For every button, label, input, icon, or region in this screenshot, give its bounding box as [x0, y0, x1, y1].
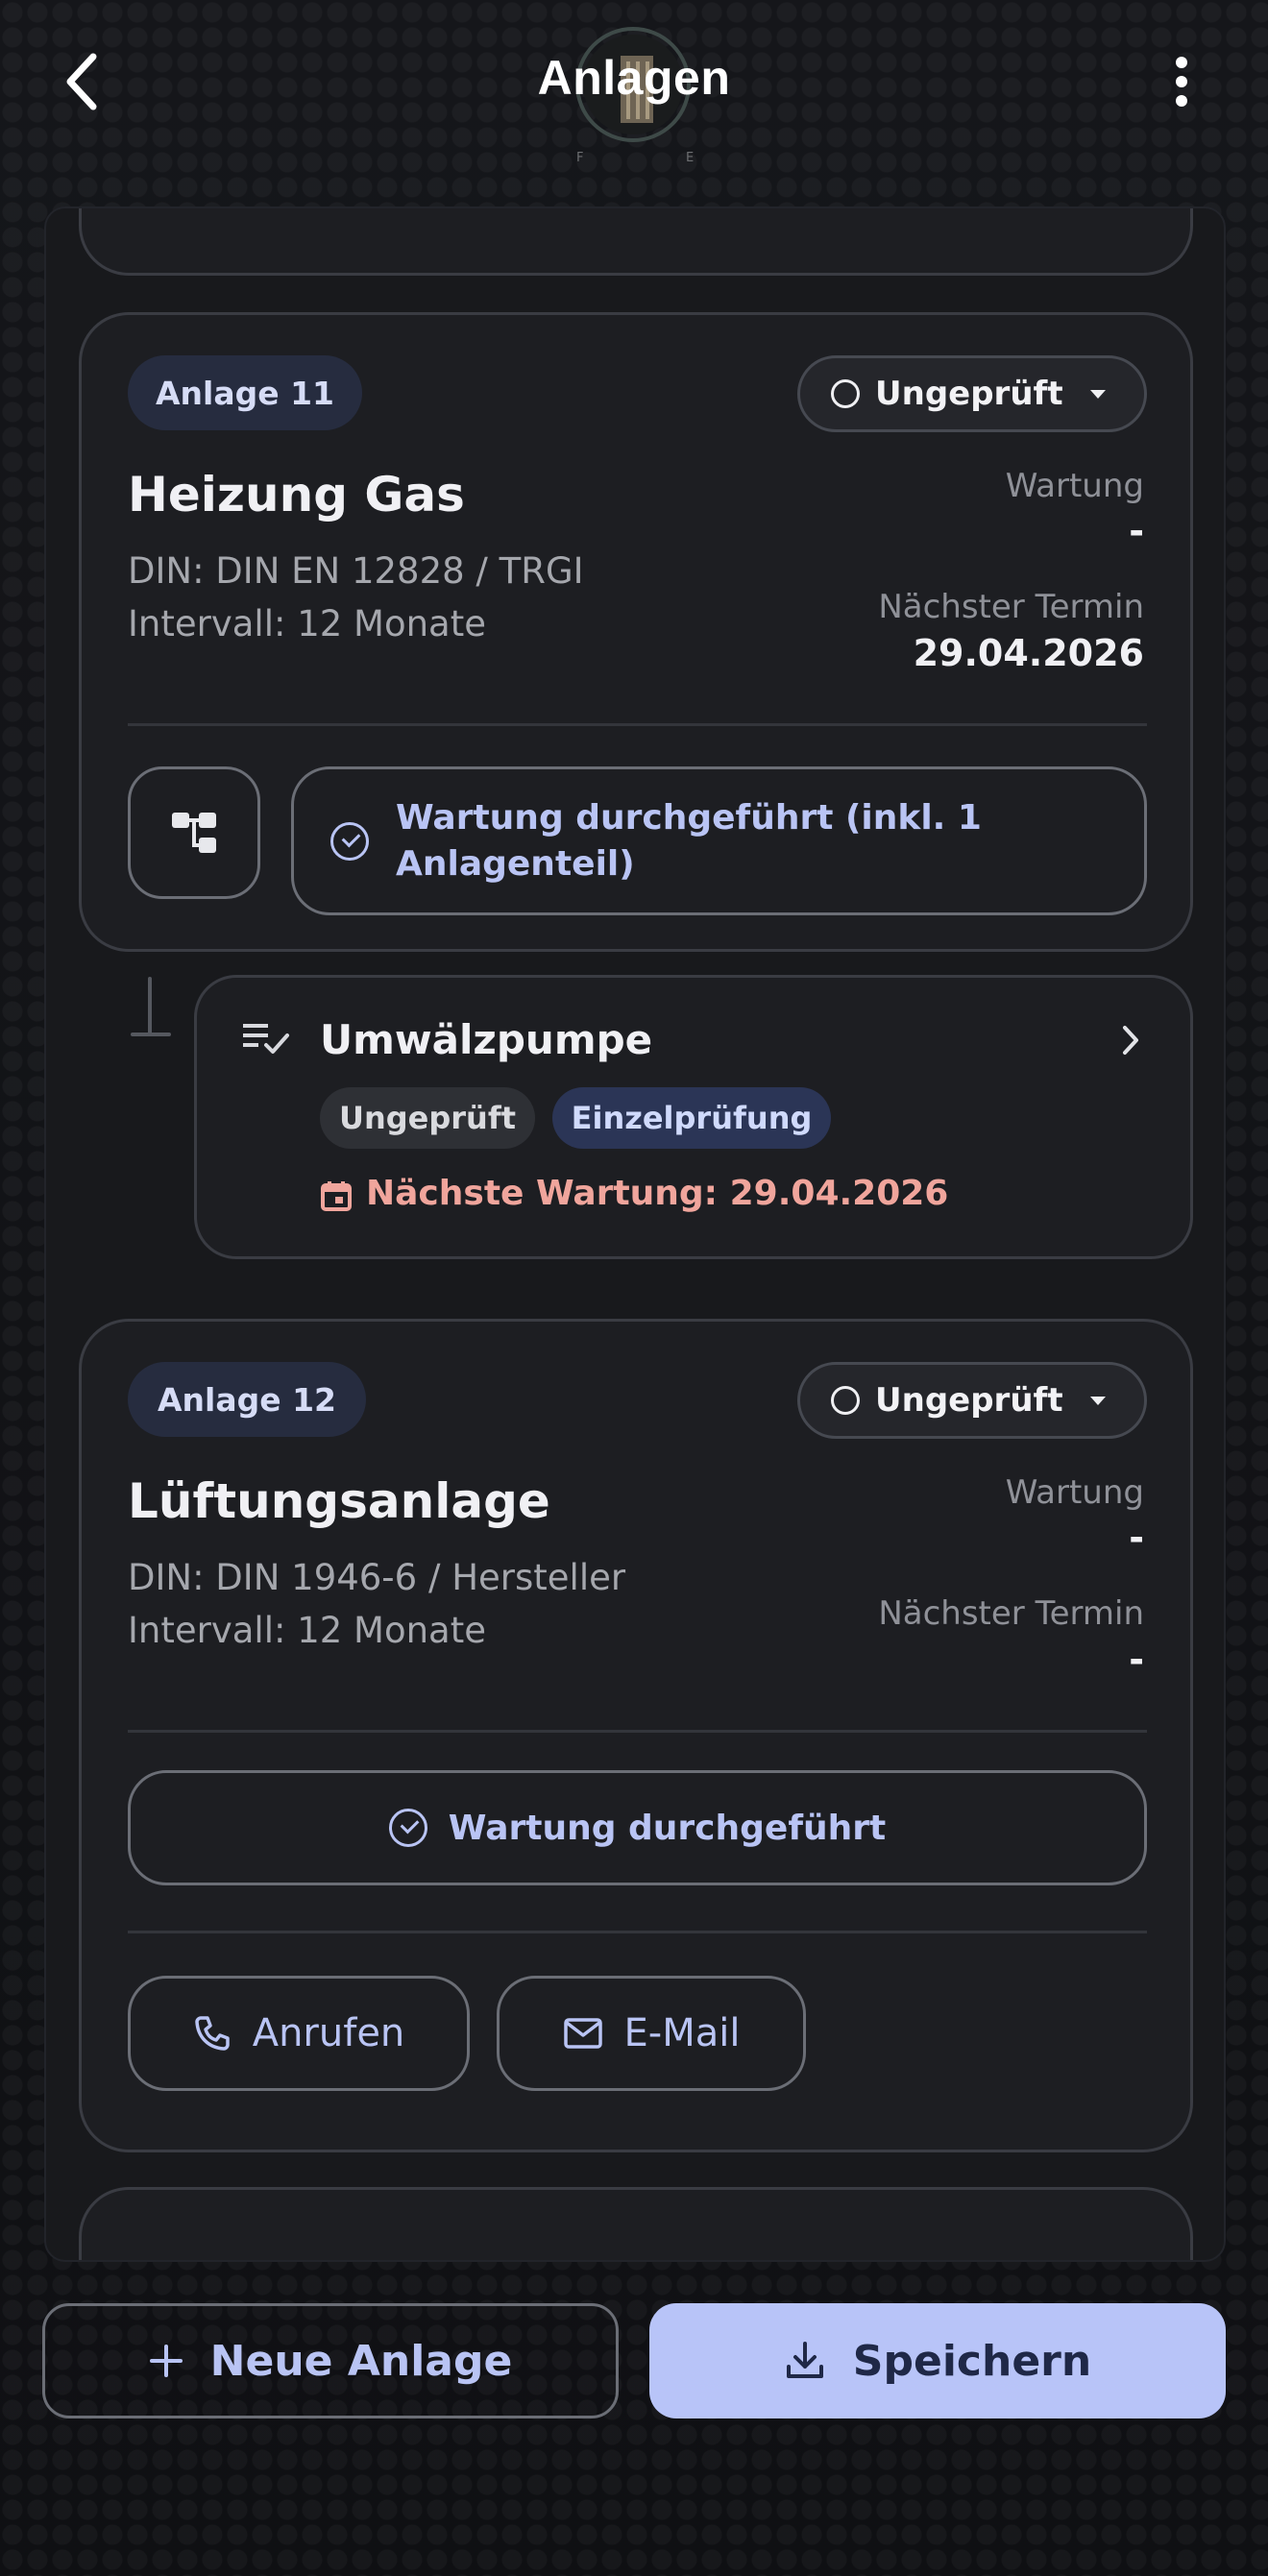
save-label: Speichern [852, 2336, 1092, 2386]
maintenance-done-label: Wartung durchgeführt (inkl. 1 Anlagentei… [396, 797, 982, 884]
anlage-card-12[interactable]: Anlage 12 Ungeprüft Lüftungsanlage DIN: … [79, 1319, 1193, 2152]
card-divider [128, 1730, 1147, 1733]
dropdown-arrow-icon [1089, 389, 1106, 399]
next-date-value: 29.04.2026 [913, 632, 1144, 674]
new-anlage-label: Neue Anlage [209, 2336, 513, 2386]
next-maintenance-text: Nächste Wartung: 29.04.2026 [366, 1174, 949, 1213]
wartung-label: Wartung [1005, 467, 1144, 505]
status-label: Ungeprüft [875, 375, 1063, 413]
svg-text:F: F [576, 151, 583, 165]
card-divider [128, 723, 1147, 726]
hierarchy-icon [172, 813, 216, 853]
anlagen-list-panel[interactable]: Anlage 11 Ungeprüft Heizung Gas DIN: DIN… [44, 207, 1226, 2262]
din-text: DIN: DIN 1946-6 / Hersteller [128, 1557, 626, 1598]
next-date-value: - [1129, 1639, 1144, 1681]
anlagenteil-title: Umwälzpumpe [320, 1016, 653, 1063]
dates-block: Wartung - Nächster Termin 29.04.2026 [760, 467, 1144, 688]
anlage-number-chip: Anlage 12 [128, 1362, 366, 1437]
check-circle-icon [388, 1809, 427, 1847]
more-menu-button[interactable] [1158, 43, 1206, 120]
dropdown-arrow-icon [1089, 1396, 1106, 1405]
previous-card-bottom [79, 208, 1193, 276]
tag-type: Einzelprüfung [552, 1087, 831, 1149]
anlage-card-11[interactable]: Anlage 11 Ungeprüft Heizung Gas DIN: DIN… [79, 312, 1193, 952]
wartung-label: Wartung [1005, 1473, 1144, 1512]
status-dropdown[interactable]: Ungeprüft [797, 355, 1147, 432]
wartung-value: - [1129, 510, 1144, 552]
email-button[interactable]: E-Mail [497, 1976, 806, 2091]
card-title: Heizung Gas [128, 467, 465, 522]
status-dropdown[interactable]: Ungeprüft [797, 1362, 1147, 1439]
phone-icon [194, 2016, 230, 2051]
anlage-number-chip: Anlage 11 [128, 355, 362, 430]
mail-icon [563, 2018, 602, 2049]
plus-icon [149, 2345, 183, 2377]
chevron-right-icon [1123, 1026, 1138, 1055]
hierarchy-button[interactable] [128, 766, 260, 899]
more-vert-icon [1176, 57, 1187, 107]
save-button[interactable]: Speichern [649, 2303, 1226, 2418]
maintenance-done-label: Wartung durchgeführt [448, 1808, 887, 1848]
anlagenteil-card[interactable]: Umwälzpumpe Ungeprüft Einzelprüfung Näch… [194, 975, 1193, 1259]
check-circle-icon [330, 821, 369, 861]
call-label: Anrufen [252, 2011, 405, 2055]
next-date-label: Nächster Termin [878, 588, 1144, 626]
interval-text: Intervall: 12 Monate [128, 603, 486, 644]
app-header: F E Anlagen [0, 0, 1268, 173]
circle-icon [831, 379, 860, 408]
card-divider [128, 1931, 1147, 1933]
circle-icon [831, 1386, 860, 1415]
call-button[interactable]: Anrufen [128, 1976, 470, 2091]
download-icon [786, 2342, 823, 2378]
dates-block: Wartung - Nächster Termin - [760, 1473, 1144, 1694]
din-text: DIN: DIN EN 12828 / TRGI [128, 550, 584, 592]
wartung-value: - [1129, 1517, 1144, 1559]
next-date-label: Nächster Termin [878, 1594, 1144, 1633]
svg-text:E: E [686, 151, 694, 165]
status-label: Ungeprüft [875, 1381, 1063, 1420]
maintenance-done-button[interactable]: Wartung durchgeführt (inkl. 1 Anlagentei… [291, 766, 1147, 915]
checklist-icon [243, 1024, 289, 1054]
new-anlage-button[interactable]: Neue Anlage [42, 2303, 619, 2418]
next-card-top [79, 2187, 1193, 2260]
page-title: Anlagen [537, 51, 731, 105]
tag-status: Ungeprüft [320, 1087, 535, 1149]
card-title: Lüftungsanlage [128, 1473, 550, 1529]
maintenance-done-button[interactable]: Wartung durchgeführt [128, 1770, 1147, 1885]
interval-text: Intervall: 12 Monate [128, 1610, 486, 1651]
email-label: E-Mail [623, 2011, 741, 2055]
tree-connector-icon [131, 977, 171, 1036]
calendar-icon [321, 1181, 352, 1211]
